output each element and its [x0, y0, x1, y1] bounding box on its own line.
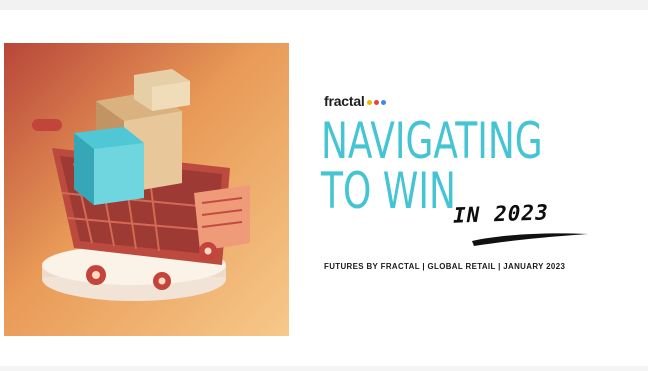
fractal-logo: fractal	[324, 93, 386, 109]
title-line-1: NAVIGATING	[321, 112, 543, 170]
title-year: IN 2023	[450, 200, 551, 228]
logo-dot-blue	[380, 99, 386, 105]
bottom-bar	[0, 366, 648, 371]
logo-text: fractal	[324, 93, 365, 109]
top-bar	[0, 0, 648, 10]
brush-underline	[472, 233, 588, 246]
logo-dot-red	[373, 99, 379, 105]
hero-illustration	[4, 43, 289, 336]
slide-subtitle: FUTURES BY FRACTAL | GLOBAL RETAIL | JAN…	[324, 261, 566, 271]
logo-dot-yellow	[366, 99, 372, 105]
shopping-cart-illustration	[4, 43, 289, 336]
